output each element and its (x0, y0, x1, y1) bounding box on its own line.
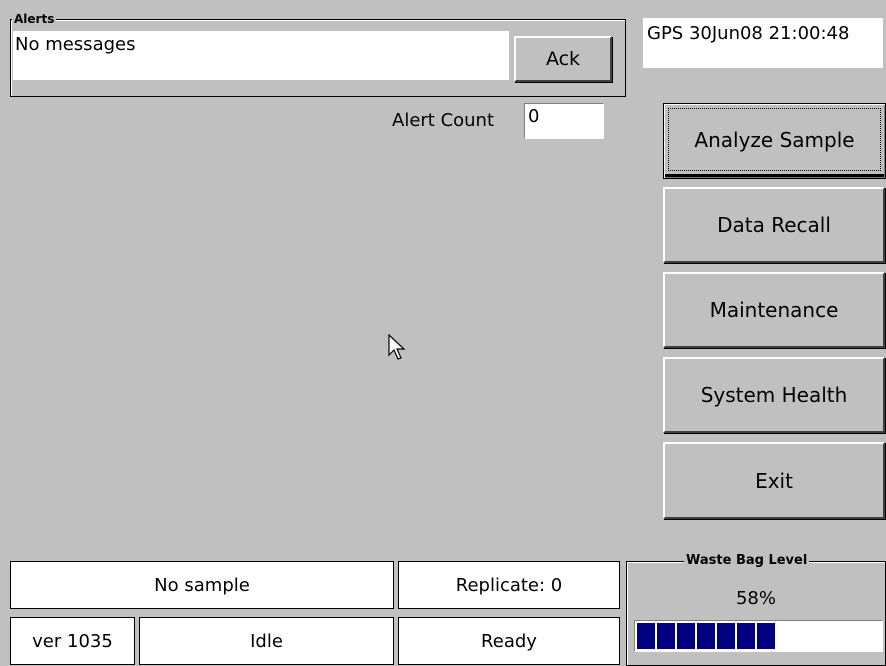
progress-segment (637, 623, 655, 649)
idle-status: Idle (139, 617, 394, 665)
sample-status: No sample (10, 561, 394, 609)
waste-bag-progress-bar (634, 620, 883, 652)
alert-count-field: 0 (524, 103, 604, 139)
waste-bag-percent: 58% (735, 588, 776, 609)
gps-timestamp: GPS 30Jun08 21:00:48 (643, 18, 883, 68)
maintenance-button[interactable]: Maintenance (663, 272, 885, 348)
analyze-sample-button[interactable]: Analyze Sample (663, 103, 886, 179)
progress-segment (677, 623, 695, 649)
system-health-button[interactable]: System Health (663, 357, 885, 433)
exit-button[interactable]: Exit (663, 442, 885, 519)
alert-count-label: Alert Count (392, 110, 495, 131)
analyze-sample-label: Analyze Sample (694, 128, 855, 152)
data-recall-button[interactable]: Data Recall (663, 187, 885, 263)
replicate-status: Replicate: 0 (398, 561, 620, 609)
ready-status: Ready (398, 617, 620, 665)
progress-fill (635, 621, 882, 651)
mouse-pointer-icon (388, 334, 406, 360)
progress-segment (737, 623, 755, 649)
alerts-message-field: No messages (13, 31, 509, 80)
version-status: ver 1035 (10, 617, 135, 665)
progress-segment (757, 623, 775, 649)
progress-segment (717, 623, 735, 649)
waste-bag-label: Waste Bag Level (684, 553, 810, 568)
alerts-group-label: Alerts (12, 12, 57, 26)
ack-button[interactable]: Ack (514, 36, 612, 82)
progress-segment (697, 623, 715, 649)
progress-segment (657, 623, 675, 649)
